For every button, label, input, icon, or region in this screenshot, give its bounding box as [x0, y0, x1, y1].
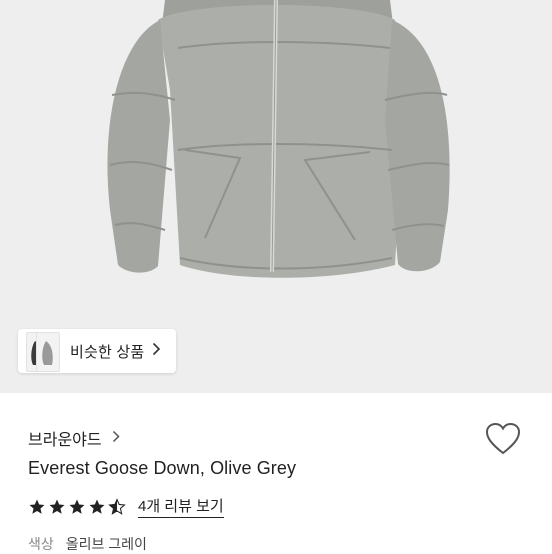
rating-row: 4개 리뷰 보기	[28, 495, 224, 518]
brand-name: 브라운야드	[28, 432, 102, 449]
similar-products-button[interactable]: 비슷한 상품	[18, 329, 176, 373]
similar-thumbnails	[20, 329, 64, 373]
color-value: 올리브 그레이	[65, 536, 147, 552]
star-icon	[49, 499, 65, 514]
thumbnail-image	[36, 332, 60, 372]
half-star-icon	[108, 497, 126, 515]
color-row: 색상 올리브 그레이	[28, 534, 147, 554]
star-icon	[89, 499, 105, 514]
star-icon	[29, 499, 45, 514]
product-image-area[interactable]: 비슷한 상품	[0, 0, 552, 393]
star-icon	[69, 499, 85, 514]
wishlist-heart-icon[interactable]	[485, 422, 525, 458]
chevron-right-icon	[152, 342, 161, 361]
review-link[interactable]: 4개 리뷰 보기	[138, 495, 224, 518]
color-label: 색상	[28, 536, 54, 552]
similar-products-label: 비슷한 상품	[70, 343, 145, 361]
brand-link[interactable]: 브라운야드	[28, 426, 120, 450]
chevron-right-icon	[112, 430, 120, 447]
product-title: Everest Goose Down, Olive Grey	[28, 458, 297, 478]
